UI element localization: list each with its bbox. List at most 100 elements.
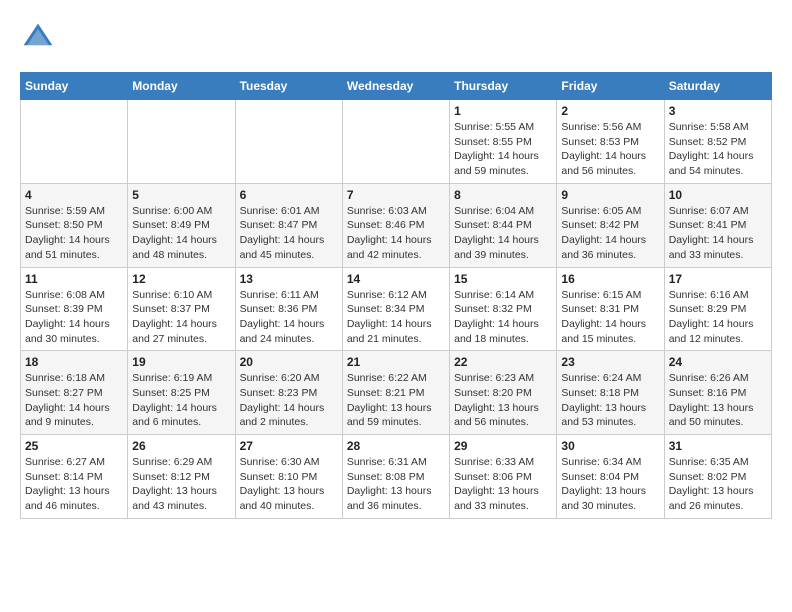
calendar-cell: 1 Sunrise: 5:55 AM Sunset: 8:55 PM Daylig… (450, 100, 557, 184)
day-number: 28 (347, 439, 445, 453)
day-info: Sunrise: 6:19 AM Sunset: 8:25 PM Dayligh… (132, 371, 230, 430)
page-header (20, 20, 772, 56)
day-info: Sunrise: 6:14 AM Sunset: 8:32 PM Dayligh… (454, 288, 552, 347)
calendar-cell: 30 Sunrise: 6:34 AM Sunset: 8:04 PM Dayli… (557, 435, 664, 519)
calendar-cell: 14 Sunrise: 6:12 AM Sunset: 8:34 PM Dayli… (342, 267, 449, 351)
day-info: Sunrise: 6:20 AM Sunset: 8:23 PM Dayligh… (240, 371, 338, 430)
day-info: Sunrise: 6:10 AM Sunset: 8:37 PM Dayligh… (132, 288, 230, 347)
day-info: Sunrise: 6:03 AM Sunset: 8:46 PM Dayligh… (347, 204, 445, 263)
calendar-cell: 23 Sunrise: 6:24 AM Sunset: 8:18 PM Dayli… (557, 351, 664, 435)
day-number: 14 (347, 272, 445, 286)
day-number: 5 (132, 188, 230, 202)
calendar-cell: 26 Sunrise: 6:29 AM Sunset: 8:12 PM Dayli… (128, 435, 235, 519)
calendar-cell: 31 Sunrise: 6:35 AM Sunset: 8:02 PM Dayli… (664, 435, 771, 519)
day-info: Sunrise: 6:22 AM Sunset: 8:21 PM Dayligh… (347, 371, 445, 430)
calendar-cell: 16 Sunrise: 6:15 AM Sunset: 8:31 PM Dayli… (557, 267, 664, 351)
day-header-friday: Friday (557, 73, 664, 100)
day-header-saturday: Saturday (664, 73, 771, 100)
day-info: Sunrise: 5:55 AM Sunset: 8:55 PM Dayligh… (454, 120, 552, 179)
calendar-cell: 6 Sunrise: 6:01 AM Sunset: 8:47 PM Daylig… (235, 183, 342, 267)
calendar-cell (128, 100, 235, 184)
calendar-week-row: 25 Sunrise: 6:27 AM Sunset: 8:14 PM Dayli… (21, 435, 772, 519)
day-info: Sunrise: 6:29 AM Sunset: 8:12 PM Dayligh… (132, 455, 230, 514)
day-header-monday: Monday (128, 73, 235, 100)
day-info: Sunrise: 6:26 AM Sunset: 8:16 PM Dayligh… (669, 371, 767, 430)
calendar-week-row: 11 Sunrise: 6:08 AM Sunset: 8:39 PM Dayli… (21, 267, 772, 351)
day-header-thursday: Thursday (450, 73, 557, 100)
day-number: 20 (240, 355, 338, 369)
day-number: 23 (561, 355, 659, 369)
day-info: Sunrise: 5:56 AM Sunset: 8:53 PM Dayligh… (561, 120, 659, 179)
day-header-tuesday: Tuesday (235, 73, 342, 100)
day-header-wednesday: Wednesday (342, 73, 449, 100)
day-info: Sunrise: 6:15 AM Sunset: 8:31 PM Dayligh… (561, 288, 659, 347)
day-number: 22 (454, 355, 552, 369)
calendar-cell: 24 Sunrise: 6:26 AM Sunset: 8:16 PM Dayli… (664, 351, 771, 435)
day-number: 12 (132, 272, 230, 286)
calendar-week-row: 18 Sunrise: 6:18 AM Sunset: 8:27 PM Dayli… (21, 351, 772, 435)
day-number: 26 (132, 439, 230, 453)
day-number: 25 (25, 439, 123, 453)
day-number: 15 (454, 272, 552, 286)
calendar-cell: 9 Sunrise: 6:05 AM Sunset: 8:42 PM Daylig… (557, 183, 664, 267)
day-number: 24 (669, 355, 767, 369)
calendar-cell: 17Sunrise: 6:16 AM Sunset: 8:29 PM Dayli… (664, 267, 771, 351)
calendar-cell: 19 Sunrise: 6:19 AM Sunset: 8:25 PM Dayli… (128, 351, 235, 435)
calendar-week-row: 1 Sunrise: 5:55 AM Sunset: 8:55 PM Daylig… (21, 100, 772, 184)
day-number: 31 (669, 439, 767, 453)
day-header-sunday: Sunday (21, 73, 128, 100)
calendar-table: SundayMondayTuesdayWednesdayThursdayFrid… (20, 72, 772, 519)
day-number: 10 (669, 188, 767, 202)
calendar-cell: 22 Sunrise: 6:23 AM Sunset: 8:20 PM Dayli… (450, 351, 557, 435)
day-number: 1 (454, 104, 552, 118)
calendar-cell: 5Sunrise: 6:00 AM Sunset: 8:49 PM Daylig… (128, 183, 235, 267)
calendar-cell: 3Sunrise: 5:58 AM Sunset: 8:52 PM Daylig… (664, 100, 771, 184)
day-info: Sunrise: 6:05 AM Sunset: 8:42 PM Dayligh… (561, 204, 659, 263)
day-info: Sunrise: 6:24 AM Sunset: 8:18 PM Dayligh… (561, 371, 659, 430)
day-info: Sunrise: 6:27 AM Sunset: 8:14 PM Dayligh… (25, 455, 123, 514)
day-number: 11 (25, 272, 123, 286)
day-number: 30 (561, 439, 659, 453)
day-number: 2 (561, 104, 659, 118)
day-info: Sunrise: 6:07 AM Sunset: 8:41 PM Dayligh… (669, 204, 767, 263)
day-info: Sunrise: 6:12 AM Sunset: 8:34 PM Dayligh… (347, 288, 445, 347)
logo (20, 20, 62, 56)
calendar-cell (21, 100, 128, 184)
day-info: Sunrise: 6:30 AM Sunset: 8:10 PM Dayligh… (240, 455, 338, 514)
day-info: Sunrise: 6:04 AM Sunset: 8:44 PM Dayligh… (454, 204, 552, 263)
day-number: 16 (561, 272, 659, 286)
calendar-cell: 13 Sunrise: 6:11 AM Sunset: 8:36 PM Dayli… (235, 267, 342, 351)
day-number: 19 (132, 355, 230, 369)
day-info: Sunrise: 6:18 AM Sunset: 8:27 PM Dayligh… (25, 371, 123, 430)
calendar-cell (235, 100, 342, 184)
calendar-cell: 10 Sunrise: 6:07 AM Sunset: 8:41 PM Dayli… (664, 183, 771, 267)
day-info: Sunrise: 5:59 AM Sunset: 8:50 PM Dayligh… (25, 204, 123, 263)
day-number: 7 (347, 188, 445, 202)
calendar-cell: 28 Sunrise: 6:31 AM Sunset: 8:08 PM Dayli… (342, 435, 449, 519)
day-info: Sunrise: 6:23 AM Sunset: 8:20 PM Dayligh… (454, 371, 552, 430)
day-info: Sunrise: 6:11 AM Sunset: 8:36 PM Dayligh… (240, 288, 338, 347)
calendar-cell: 15 Sunrise: 6:14 AM Sunset: 8:32 PM Dayli… (450, 267, 557, 351)
day-info: Sunrise: 6:34 AM Sunset: 8:04 PM Dayligh… (561, 455, 659, 514)
calendar-header-row: SundayMondayTuesdayWednesdayThursdayFrid… (21, 73, 772, 100)
day-info: Sunrise: 6:01 AM Sunset: 8:47 PM Dayligh… (240, 204, 338, 263)
day-info: Sunrise: 6:08 AM Sunset: 8:39 PM Dayligh… (25, 288, 123, 347)
calendar-cell (342, 100, 449, 184)
day-number: 18 (25, 355, 123, 369)
day-number: 13 (240, 272, 338, 286)
day-number: 8 (454, 188, 552, 202)
calendar-cell: 4Sunrise: 5:59 AM Sunset: 8:50 PM Daylig… (21, 183, 128, 267)
day-info: Sunrise: 6:35 AM Sunset: 8:02 PM Dayligh… (669, 455, 767, 514)
calendar-cell: 8 Sunrise: 6:04 AM Sunset: 8:44 PM Daylig… (450, 183, 557, 267)
day-number: 6 (240, 188, 338, 202)
calendar-cell: 29Sunrise: 6:33 AM Sunset: 8:06 PM Dayli… (450, 435, 557, 519)
day-number: 9 (561, 188, 659, 202)
day-number: 17 (669, 272, 767, 286)
day-info: Sunrise: 6:33 AM Sunset: 8:06 PM Dayligh… (454, 455, 552, 514)
day-info: Sunrise: 6:31 AM Sunset: 8:08 PM Dayligh… (347, 455, 445, 514)
calendar-cell: 21 Sunrise: 6:22 AM Sunset: 8:21 PM Dayli… (342, 351, 449, 435)
day-info: Sunrise: 5:58 AM Sunset: 8:52 PM Dayligh… (669, 120, 767, 179)
calendar-cell: 27Sunrise: 6:30 AM Sunset: 8:10 PM Dayli… (235, 435, 342, 519)
day-number: 21 (347, 355, 445, 369)
calendar-cell: 25 Sunrise: 6:27 AM Sunset: 8:14 PM Dayli… (21, 435, 128, 519)
